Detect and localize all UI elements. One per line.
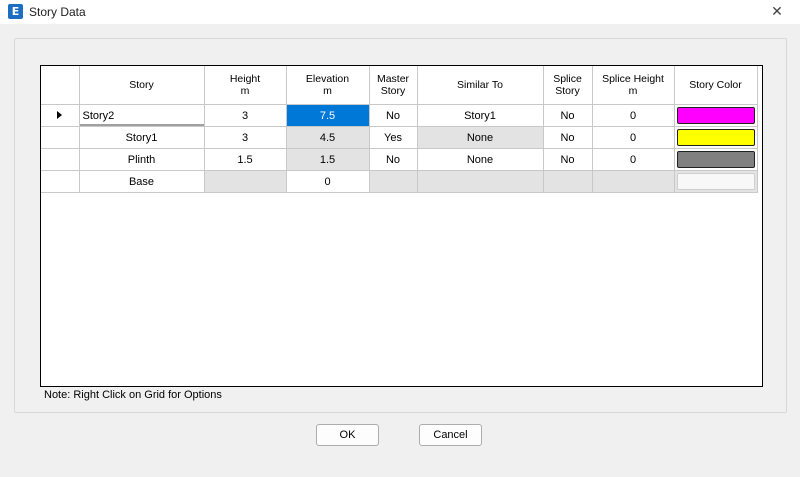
col-header-label: Story Color	[689, 79, 742, 91]
col-header-label: Master	[376, 73, 410, 85]
splice-height-cell[interactable]: 0	[591, 148, 675, 171]
header-row: Story Height m Elevation m Master Story Sim…	[41, 66, 758, 105]
color-swatch	[676, 107, 755, 124]
story-color-cell[interactable]	[673, 126, 758, 149]
col-header-splice-story[interactable]: Splice Story	[542, 66, 593, 105]
col-header-label: Similar To	[457, 79, 503, 91]
col-header-unit: m	[240, 85, 250, 97]
current-row-indicator-icon	[57, 110, 63, 119]
grid-note: Note: Right Click on Grid for Options	[44, 389, 222, 401]
similar-to-cell[interactable]: None	[416, 126, 544, 149]
col-header-label: Elevation	[305, 73, 350, 85]
table-row: Story2 3 7.5 No Story1 No 0	[41, 104, 758, 127]
col-header-elevation[interactable]: Elevation m	[285, 66, 370, 105]
color-swatch	[676, 151, 755, 168]
app-logo-icon: E	[8, 4, 23, 19]
col-header-story-color[interactable]: Story Color	[673, 66, 758, 105]
height-cell[interactable]: 3	[203, 126, 287, 149]
story-name-cell[interactable]: Base	[78, 170, 205, 193]
story-color-cell[interactable]	[673, 104, 758, 127]
similar-to-cell[interactable]: Story1	[416, 104, 544, 127]
col-header-unit: m	[323, 85, 332, 97]
height-cell[interactable]: 1.5	[203, 148, 287, 171]
master-story-cell[interactable]: No	[368, 104, 418, 127]
col-header-label: Story	[129, 79, 154, 91]
story-color-cell	[673, 170, 758, 193]
grid-corner	[41, 66, 80, 105]
master-story-cell[interactable]: No	[368, 148, 418, 171]
col-header-label: Splice	[553, 73, 582, 85]
row-header[interactable]	[41, 104, 80, 127]
splice-story-cell[interactable]: No	[542, 148, 593, 171]
table-row: Plinth 1.5 1.5 No None No 0	[41, 148, 758, 171]
color-swatch	[676, 129, 755, 146]
elevation-cell[interactable]: 1.5	[285, 148, 370, 171]
table-row: Base 0	[41, 170, 758, 193]
row-header[interactable]	[41, 170, 80, 193]
close-icon[interactable]: ✕	[754, 0, 800, 24]
similar-to-cell	[416, 170, 544, 193]
row-header[interactable]	[41, 148, 80, 171]
story-color-cell[interactable]	[673, 148, 758, 171]
cancel-button[interactable]: Cancel	[419, 424, 482, 446]
master-story-cell	[368, 170, 418, 193]
splice-story-cell[interactable]: No	[542, 126, 593, 149]
height-cell	[203, 170, 287, 193]
col-header-label-2: Story	[555, 85, 580, 97]
col-header-height[interactable]: Height m	[203, 66, 287, 105]
splice-story-cell	[542, 170, 593, 193]
height-cell[interactable]: 3	[203, 104, 287, 127]
col-header-label-2: Story	[380, 85, 406, 97]
elevation-cell[interactable]: 0	[285, 170, 370, 193]
col-header-master-story[interactable]: Master Story	[368, 66, 418, 105]
story-name-cell[interactable]: Story1	[78, 126, 205, 149]
splice-height-cell[interactable]: 0	[591, 104, 675, 127]
col-header-story[interactable]: Story	[78, 66, 205, 105]
col-header-splice-height[interactable]: Splice Height m	[591, 66, 675, 105]
row-header[interactable]	[41, 126, 80, 149]
col-header-similar-to[interactable]: Similar To	[416, 66, 544, 105]
splice-story-cell[interactable]: No	[542, 104, 593, 127]
story-grid[interactable]: Story Height m Elevation m Master Story Sim…	[40, 65, 763, 387]
col-header-unit: m	[628, 85, 638, 97]
master-story-cell[interactable]: Yes	[368, 126, 418, 149]
title-bar: E Story Data ✕	[0, 0, 800, 24]
splice-height-cell[interactable]: 0	[591, 126, 675, 149]
story-table: Story Height m Elevation m Master Story Sim…	[41, 66, 758, 193]
window-title: Story Data	[29, 5, 86, 19]
table-row: Story1 3 4.5 Yes None No 0	[41, 126, 758, 149]
color-swatch	[676, 173, 755, 190]
elevation-cell[interactable]: 7.5	[285, 104, 370, 127]
story-data-dialog: E Story Data ✕ Story Height m Elevation m …	[0, 0, 800, 477]
col-header-label: Height	[229, 73, 261, 85]
elevation-cell[interactable]: 4.5	[285, 126, 370, 149]
col-header-label: Splice Height	[602, 73, 664, 85]
similar-to-cell[interactable]: None	[416, 148, 544, 171]
splice-height-cell	[591, 170, 675, 193]
story-name-cell[interactable]: Plinth	[78, 148, 205, 171]
ok-button[interactable]: OK	[316, 424, 379, 446]
story-name-cell[interactable]: Story2	[78, 104, 205, 127]
